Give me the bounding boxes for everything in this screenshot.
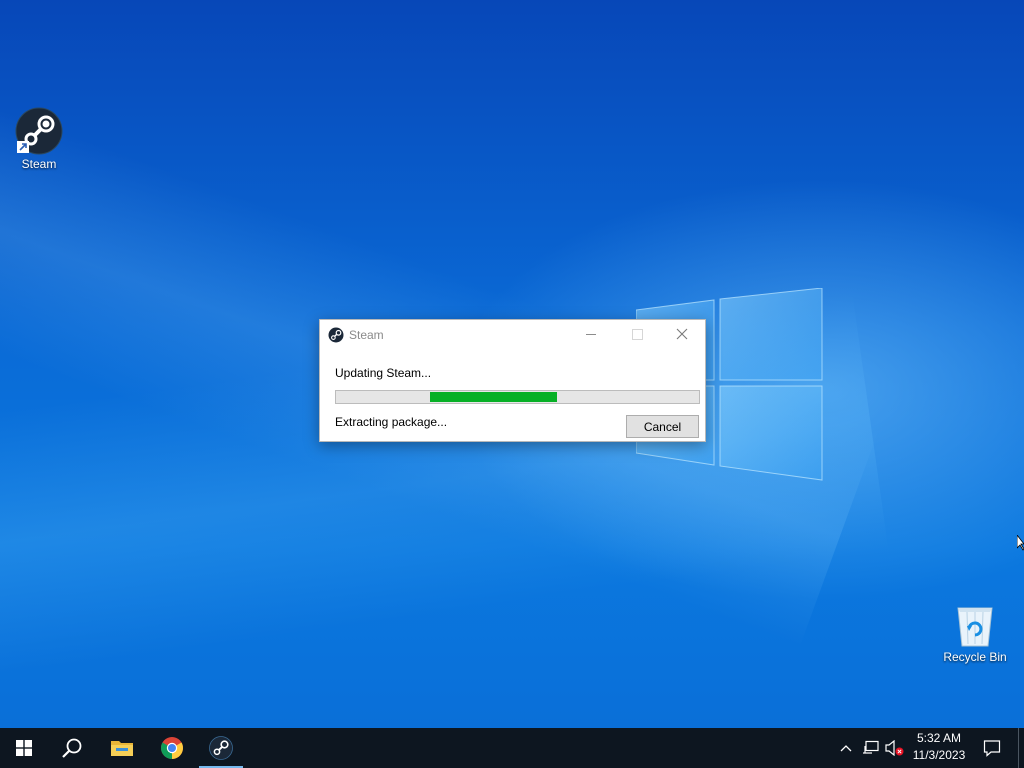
notification-icon: [983, 740, 1001, 757]
dialog-title: Steam: [349, 328, 384, 342]
steam-icon: [209, 736, 233, 760]
clock-date: 11/3/2023: [912, 748, 966, 762]
folder-icon: [111, 741, 133, 756]
dialog-titlebar[interactable]: Steam: [320, 320, 705, 350]
progress-fill: [430, 392, 557, 402]
progress-detail-text: Extracting package...: [335, 415, 448, 429]
update-status-text: Updating Steam...: [335, 366, 432, 380]
taskbar: 5:32 AM 11/3/2023: [0, 728, 1024, 768]
desktop-icon-recycle-bin[interactable]: Recycle Bin: [937, 602, 1013, 664]
steam-icon: [15, 107, 63, 155]
show-hidden-icons-button[interactable]: [836, 728, 856, 768]
steam-icon: [328, 327, 344, 343]
chrome-button[interactable]: [148, 728, 196, 768]
desktop-icon-steam[interactable]: Steam: [1, 107, 77, 171]
minimize-button[interactable]: [568, 320, 614, 350]
maximize-icon: [632, 329, 643, 340]
mouse-cursor-icon: [1017, 535, 1024, 551]
chevron-up-icon: [840, 745, 852, 752]
desktop-icon-label: Steam: [21, 157, 57, 171]
search-icon: [62, 738, 82, 758]
action-center-button[interactable]: [980, 728, 1004, 768]
recycle-bin-icon: [957, 607, 993, 647]
cancel-button[interactable]: Cancel: [626, 415, 699, 438]
start-button[interactable]: [0, 728, 48, 768]
maximize-button[interactable]: [614, 320, 660, 350]
search-button[interactable]: [48, 728, 96, 768]
network-tray-button[interactable]: [860, 728, 882, 768]
taskbar-clock[interactable]: 5:32 AM 11/3/2023: [898, 730, 980, 766]
close-icon: [676, 328, 688, 340]
show-desktop-button[interactable]: [1018, 728, 1024, 768]
steam-taskbar-button[interactable]: [197, 728, 245, 768]
close-button[interactable]: [659, 320, 705, 350]
file-explorer-button[interactable]: [98, 728, 146, 768]
desktop-icon-label: Recycle Bin: [943, 650, 1007, 664]
network-icon: [863, 740, 879, 754]
windows-start-icon: [16, 740, 32, 756]
chrome-icon: [161, 737, 183, 759]
progress-bar: [335, 390, 700, 404]
steam-update-dialog: Steam Updating Steam... Extracting packa…: [319, 319, 706, 442]
minimize-icon: [586, 334, 596, 335]
clock-time: 5:32 AM: [916, 731, 962, 745]
